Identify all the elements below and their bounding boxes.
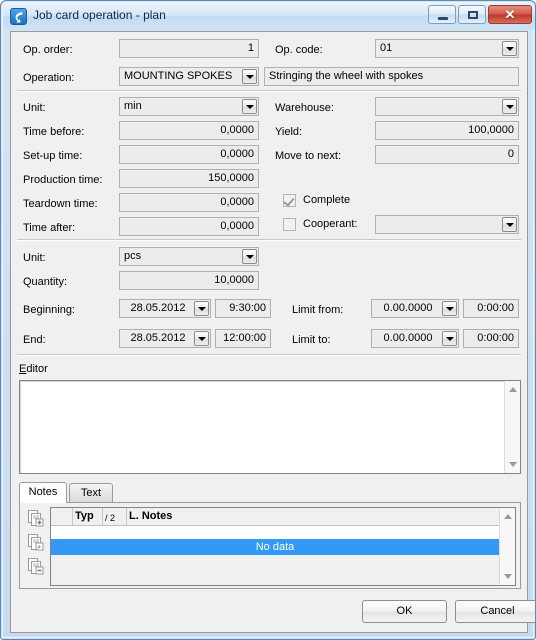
limit-to-chevron-down-icon[interactable] <box>442 331 457 346</box>
limit-to-label: Limit to: <box>292 334 331 346</box>
tab-text-label: Text <box>80 487 102 499</box>
cooperant-label: Cooperant: <box>303 218 358 230</box>
beginning-date-chevron-down-icon[interactable] <box>194 301 209 316</box>
editor-textarea[interactable] <box>19 380 521 474</box>
notes-grid-header: Typ / 2 L. Notes <box>51 508 515 526</box>
unit-time-label: Unit: <box>23 102 46 114</box>
separator-1 <box>17 90 521 92</box>
limit-from-label: Limit from: <box>292 304 344 316</box>
op-code-combo[interactable]: 01 <box>375 39 519 58</box>
notes-panel: Typ / 2 L. Notes No data <box>19 502 521 589</box>
setup-time-label: Set-up time: <box>23 150 83 162</box>
teardown-time-label: Teardown time: <box>23 198 98 210</box>
maximize-button[interactable] <box>458 5 486 24</box>
minimize-button[interactable] <box>428 5 456 24</box>
window-controls: ✕ <box>428 5 532 24</box>
edit-note-icon[interactable] <box>27 533 45 551</box>
yield-input[interactable]: 100,0000 <box>375 121 519 140</box>
window-title: Job card operation - plan <box>33 8 166 22</box>
ok-button[interactable]: OK <box>362 600 447 623</box>
grid-row-blank-top <box>51 526 499 539</box>
beginning-label: Beginning: <box>23 304 75 316</box>
setup-time-input[interactable]: 0,0000 <box>119 145 259 164</box>
editor-scroll-down-icon[interactable] <box>505 456 521 473</box>
quantity-input[interactable]: 10,0000 <box>119 271 259 290</box>
app-swirl-icon <box>10 8 27 25</box>
tab-notes-label: Notes <box>28 486 58 498</box>
dialog-window: Job card operation - plan ✕ Op. order: 1… <box>0 0 536 640</box>
editor-scrollbar[interactable] <box>504 381 520 473</box>
limit-from-time-input[interactable]: 0:00:00 <box>463 299 519 318</box>
production-time-input[interactable]: 150,0000 <box>119 169 259 188</box>
beginning-time-input[interactable]: 9:30:00 <box>215 299 271 318</box>
production-time-label: Production time: <box>23 174 103 186</box>
separator-3 <box>17 354 521 356</box>
add-note-icon[interactable] <box>27 509 45 527</box>
notes-grid-scrollbar[interactable] <box>499 508 515 585</box>
time-after-label: Time after: <box>23 222 76 234</box>
editor-scroll-up-icon[interactable] <box>505 381 521 398</box>
op-code-label: Op. code: <box>275 44 323 56</box>
cooperant-chevron-down-icon[interactable] <box>502 217 517 232</box>
maximize-icon <box>468 11 478 19</box>
cooperant-combo[interactable] <box>375 215 519 234</box>
complete-checkbox[interactable] <box>283 194 296 207</box>
teardown-time-input[interactable]: 0,0000 <box>119 193 259 212</box>
warehouse-label: Warehouse: <box>275 102 334 114</box>
notes-grid[interactable]: Typ / 2 L. Notes No data <box>50 507 516 586</box>
notes-tabstrip: Notes Text <box>19 482 521 503</box>
op-order-input[interactable]: 1 <box>119 39 259 58</box>
move-to-next-input[interactable]: 0 <box>375 145 519 164</box>
grid-empty-row[interactable]: No data <box>51 539 499 555</box>
limit-from-chevron-down-icon[interactable] <box>442 301 457 316</box>
cooperant-checkbox[interactable] <box>283 218 296 231</box>
operation-label: Operation: <box>23 72 75 84</box>
unit-time-chevron-down-icon[interactable] <box>242 99 257 114</box>
operation-chevron-down-icon[interactable] <box>242 69 257 84</box>
end-date-chevron-down-icon[interactable] <box>194 331 209 346</box>
dialog-client-area: Op. order: 1 Op. code: 01 Operation: MOU… <box>10 31 535 633</box>
grid-header-corner[interactable] <box>51 508 73 525</box>
editor-label: Editor <box>19 363 48 375</box>
yield-label: Yield: <box>275 126 303 138</box>
delete-note-icon[interactable] <box>27 557 45 575</box>
unit-qty-combo[interactable]: pcs <box>119 247 259 266</box>
notes-scroll-down-icon[interactable] <box>500 568 516 585</box>
close-button[interactable]: ✕ <box>488 5 532 24</box>
tab-notes[interactable]: Notes <box>19 482 67 503</box>
op-code-chevron-down-icon[interactable] <box>502 41 517 56</box>
cancel-button[interactable]: Cancel <box>455 600 535 623</box>
notes-toolbar <box>20 503 50 588</box>
limit-to-time-input[interactable]: 0:00:00 <box>463 329 519 348</box>
grid-header-type[interactable]: Typ <box>73 508 103 525</box>
end-label: End: <box>23 334 46 346</box>
title-bar[interactable]: Job card operation - plan ✕ <box>3 3 535 30</box>
unit-qty-label: Unit: <box>23 252 46 264</box>
separator-2 <box>17 239 521 241</box>
time-after-input[interactable]: 0,0000 <box>119 217 259 236</box>
unit-qty-chevron-down-icon[interactable] <box>242 249 257 264</box>
end-time-input[interactable]: 12:00:00 <box>215 329 271 348</box>
operation-description-input[interactable]: Stringing the wheel with spokes <box>264 67 519 86</box>
op-order-label: Op. order: <box>23 44 73 56</box>
tab-text[interactable]: Text <box>69 483 113 502</box>
close-icon: ✕ <box>504 7 516 22</box>
complete-label: Complete <box>303 194 351 206</box>
grid-header-page[interactable]: / 2 <box>103 508 127 525</box>
warehouse-chevron-down-icon[interactable] <box>502 99 517 114</box>
minimize-icon <box>438 17 448 20</box>
time-before-label: Time before: <box>23 126 85 138</box>
warehouse-combo[interactable] <box>375 97 519 116</box>
grid-header-lnotes[interactable]: L. Notes <box>127 508 247 525</box>
quantity-label: Quantity: <box>23 276 68 288</box>
editor-label-rest: ditor <box>26 363 48 375</box>
move-to-next-label: Move to next: <box>275 150 342 162</box>
notes-scroll-up-icon[interactable] <box>500 508 516 525</box>
unit-time-combo[interactable]: min <box>119 97 259 116</box>
grid-filler <box>51 555 499 585</box>
operation-combo[interactable]: MOUNTING SPOKES <box>119 67 259 86</box>
time-before-input[interactable]: 0,0000 <box>119 121 259 140</box>
